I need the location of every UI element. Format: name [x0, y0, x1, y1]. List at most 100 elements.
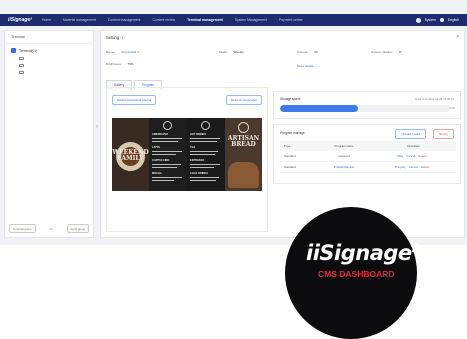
language-select[interactable]: English: [448, 18, 459, 22]
program-type: Standard: [280, 151, 318, 162]
rotation-value: 0°: [398, 50, 402, 54]
program-manage-title: Program manage: [280, 131, 305, 135]
nav-item-review[interactable]: Content review: [152, 18, 175, 22]
table-row: Standard amazon1 Play Cancel Delete: [280, 151, 456, 162]
page-count: 0/1: [49, 226, 53, 231]
user-area: System English: [415, 17, 459, 23]
mode-value: Weekly: [233, 50, 244, 54]
menu-left-column: WEEKEND FAMILY: [112, 118, 149, 191]
tree-item[interactable]: [5, 69, 93, 76]
checkbox-icon[interactable]: [11, 48, 16, 53]
delete-link[interactable]: Delete: [421, 165, 429, 169]
nav-item-material[interactable]: Material management: [63, 18, 96, 22]
brand-badge: iiSignage2 CMS DASHBOARD: [285, 207, 420, 339]
menu-column-2: HOT DRINKS TEA EXPRESSO COLD DRINKS: [187, 118, 225, 191]
rotation-field: Screen rotation: 0°: [371, 50, 402, 54]
more-details-link[interactable]: More details ⌄: [297, 64, 317, 68]
program-operations: Pre-play Cancel Delete: [371, 161, 456, 173]
coffee-logo-icon: [201, 121, 210, 130]
app-logo[interactable]: iiSignage²: [8, 17, 42, 23]
program-type: Standard: [280, 161, 318, 173]
table-header-row: Type Program name Operation: [280, 141, 456, 151]
monitor-icon: [19, 71, 24, 74]
table-row: Standard ProMax\Sample Pre-play Cancel Del…: [280, 161, 456, 173]
tree-item[interactable]: [5, 55, 93, 62]
menu-section: TEA: [190, 146, 196, 149]
program-operations: Play Cancel Delete: [371, 151, 456, 162]
menu-section: MOCHA: [152, 172, 162, 175]
monitor-icon: [19, 57, 24, 60]
send-group-button[interactable]: Send group: [66, 224, 89, 233]
menu-section: AMERICANO: [152, 133, 168, 136]
storage-percent: 54%: [449, 106, 455, 110]
rotation-label: Screen rotation:: [371, 50, 393, 54]
menu-section: EXPRESSO: [190, 159, 205, 162]
column-header: Type: [280, 141, 318, 151]
cancel-link[interactable]: Cancel: [409, 165, 418, 169]
screenshot-image: WEEKEND FAMILY AMERICANO LATTE CAPPUCCIN…: [112, 118, 262, 191]
delete-link[interactable]: Delete: [418, 154, 426, 158]
menu-section: COLD DRINKS: [190, 172, 209, 175]
user-avatar-icon[interactable]: [415, 17, 421, 23]
screenshot-panel: Switch screenshot photos Refresh screens…: [106, 87, 268, 232]
column-header: Program name: [317, 141, 371, 151]
coffee-logo-icon: [238, 122, 249, 133]
volume-field: Volume: 20: [297, 50, 318, 54]
empty-button[interactable]: Empty: [433, 129, 454, 139]
brand-subtitle: CMS DASHBOARD: [318, 269, 395, 279]
cancel-link[interactable]: Cancel: [406, 154, 415, 158]
nav-item-terminal[interactable]: Terminal management: [187, 18, 223, 22]
program-name[interactable]: ProMax\Sample: [317, 161, 371, 173]
nav-item-home[interactable]: Home: [42, 18, 51, 22]
collapse-arrow-icon[interactable]: ›: [96, 124, 98, 130]
globe-icon[interactable]: [439, 18, 444, 22]
play-link[interactable]: Play: [398, 154, 404, 158]
mode-label: Mode:: [219, 50, 228, 54]
storage-label: Storage space: [280, 97, 301, 101]
menu-column-1: AMERICANO LATTE CAPPUCCINO MOCHA: [149, 118, 187, 191]
brightness-label: Brightness:: [106, 62, 122, 66]
bread-image: [228, 162, 259, 188]
menu-right-column: ARTISAN BREAD: [225, 118, 262, 191]
refresh-screenshot-button[interactable]: Refresh screenshot: [225, 95, 262, 105]
volume-label: Volume:: [297, 50, 309, 54]
mode-field: Mode: Weekly: [219, 50, 244, 54]
menu-section: CAPPUCCINO: [152, 159, 170, 162]
monitor-icon: [19, 64, 24, 67]
name-field: Name: Terminal01 ✎: [106, 50, 140, 54]
preplay-link[interactable]: Pre-play: [395, 165, 406, 169]
top-navigation-bar: iiSignage² Home Material management Cont…: [0, 14, 467, 26]
upload-media-button[interactable]: Upload media: [395, 129, 426, 139]
brightness-value: 75%: [127, 62, 134, 66]
volume-value: 20: [314, 50, 318, 54]
storage-date: Data time:2021-03-08 14:35:02: [415, 97, 454, 101]
nav-item-payment[interactable]: Payment center: [279, 18, 303, 22]
switch-screenshot-button[interactable]: Switch screenshot photos: [112, 95, 157, 105]
terminal-detail-panel: Setting ⓘ × Name: Terminal01 ✎ Mode: Weekl…: [100, 30, 465, 238]
close-icon[interactable]: ×: [456, 34, 459, 40]
panel-title: Setting ⓘ: [106, 35, 125, 40]
cms-app: iiSignage² Home Material management Cont…: [0, 0, 467, 245]
coffee-logo-icon: [163, 121, 172, 130]
nav-item-system[interactable]: System Management: [235, 18, 267, 22]
tree-root[interactable]: Terminal(01): [5, 46, 93, 55]
storage-card: Storage space Data time:2021-03-08 14:35…: [273, 91, 461, 119]
storage-progress-bar: [280, 105, 450, 112]
storage-progress-fill: [280, 105, 359, 112]
menu-section: LATTE: [152, 146, 161, 149]
terminal-group-button[interactable]: Terminal group: [9, 224, 36, 233]
nav-item-content[interactable]: Content management: [108, 18, 141, 22]
user-name[interactable]: System: [425, 18, 436, 22]
terminal-tree-panel: Terminal Terminal(01) Terminal group 0/1…: [4, 30, 94, 238]
tree-item[interactable]: [5, 62, 93, 69]
program-name: amazon1: [317, 151, 371, 162]
name-value[interactable]: Terminal01 ✎: [121, 50, 140, 54]
program-table: Type Program name Operation Standard ama…: [280, 141, 456, 173]
tree-root-label: Terminal(01): [19, 48, 38, 53]
panel-footer: Terminal group 0/1 Send group: [9, 224, 89, 233]
brand-logo: iiSignage2: [306, 241, 420, 265]
program-manage-card: Program manage Upload media Empty Type P…: [273, 124, 461, 184]
menu-right-text: ARTISAN BREAD: [227, 135, 260, 149]
name-label: Name:: [106, 50, 116, 54]
panel-title: Terminal: [5, 31, 93, 44]
